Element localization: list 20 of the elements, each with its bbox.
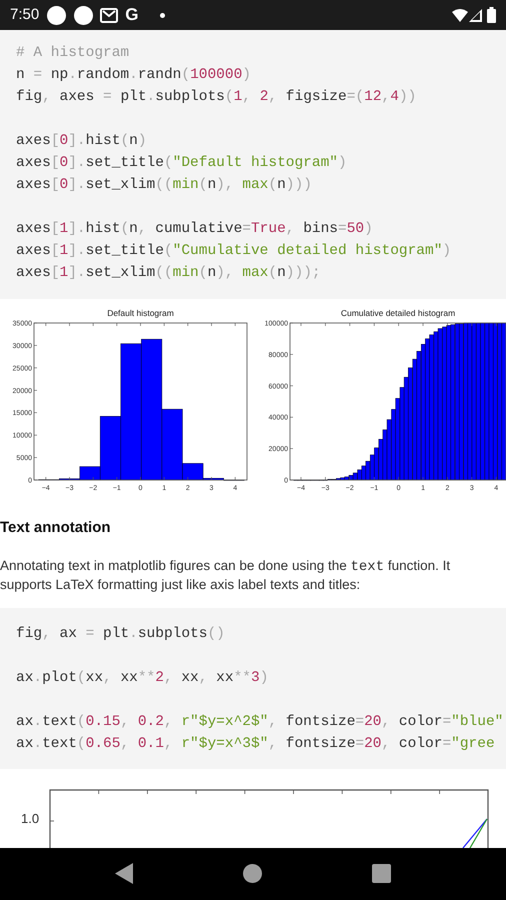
code-line: ax.text(0.65, 0.1, r"$y=x^3$", fontsize=20, color="gree	[16, 734, 495, 754]
section-heading: Text annotation	[0, 518, 111, 538]
code-line: ax.plot(xx, xx**2, xx, xx**3)	[16, 668, 268, 688]
chart-title: Cumulative detailed histogram	[340, 308, 456, 318]
code-line: axes[1].hist(n, cumulative=True, bins=50)	[16, 220, 373, 239]
code-line: n = np.random.randn(100000)	[16, 66, 251, 85]
code-line: fig, ax = plt.subplots()	[16, 624, 225, 644]
paragraph: Annotating text in matplotlib figures can be done using the text function. It supports LaTeX formatting just like axis label texts and titles:	[0, 556, 452, 594]
tick-label: 1.0	[21, 810, 40, 828]
code-line: axes[1].set_title("Cumulative detailed histogram")	[16, 242, 452, 261]
code-line: axes[1].set_xlim((min(n), max(n)));	[16, 264, 321, 283]
code-line: ax.text(0.15, 0.2, r"$y=x^2$", fontsize=20, color="blue"	[16, 712, 504, 732]
code-line: # A histogram	[16, 44, 130, 63]
code-line: fig, axes = plt.subplots(1, 2, figsize=(12,4))	[16, 88, 416, 107]
code-line: axes[0].set_title("Default histogram")	[16, 154, 347, 173]
app-letter: G	[125, 4, 138, 26]
code-line: axes[0].set_xlim((min(n), max(n)))	[16, 176, 312, 195]
chart-title: Default histogram	[107, 308, 174, 318]
status-time: 7:50	[10, 4, 40, 25]
code-line: axes[0].hist(n)	[16, 132, 147, 151]
